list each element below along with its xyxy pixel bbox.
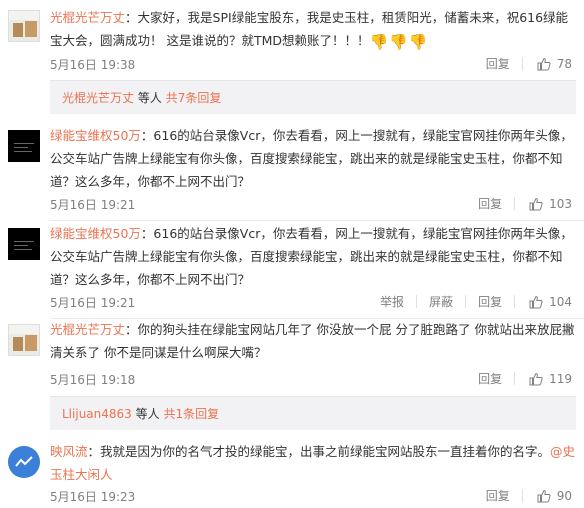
- comment-body: 光棍光芒万丈：大家好，我是SPI绿能宝股东，我是史玉柱，租赁阳光，储蓄未来，祝6…: [50, 6, 576, 54]
- like-button[interactable]: 103: [529, 197, 572, 211]
- avatar[interactable]: [8, 446, 40, 478]
- comment-timestamp: 5月16日 19:23: [50, 490, 136, 504]
- divider: [514, 372, 516, 385]
- divider: [521, 57, 523, 70]
- comment-username[interactable]: 光棍光芒万丈: [50, 10, 125, 25]
- like-count: 90: [556, 488, 572, 503]
- comment-actions: 回复 119: [456, 370, 572, 387]
- comment-actions: 回复 90: [464, 487, 572, 504]
- like-count: 104: [549, 294, 572, 309]
- avatar[interactable]: [8, 130, 40, 162]
- reply-button[interactable]: 回复: [486, 487, 510, 504]
- thumbs-up-icon: [529, 372, 543, 385]
- divider: [416, 295, 418, 308]
- avatar[interactable]: [8, 10, 40, 42]
- like-count: 103: [549, 196, 572, 211]
- comment-body: 映风流：我就是因为你的名气才投的绿能宝，出事之前绿能宝网站股东一直挂着你的名字。…: [50, 444, 576, 482]
- thumbs-up-icon: [537, 57, 551, 70]
- comment-actions: 回复 78: [464, 55, 572, 72]
- thumbs-down-emoji: 👎👎👎: [369, 33, 429, 51]
- like-count: 78: [556, 56, 572, 71]
- comment-body: 光棍光芒万丈：你的狗头挂在绿能宝网站几年了 你没放一个屁 分了脏跑路了 你就站出…: [50, 322, 575, 360]
- block-button[interactable]: 屏蔽: [429, 293, 453, 310]
- comment-username[interactable]: 映风流: [50, 444, 88, 459]
- comment-username[interactable]: 绿能宝维权50万: [50, 226, 141, 241]
- comment-timestamp: 5月16日 19:38: [50, 58, 136, 72]
- comment-username[interactable]: 光棍光芒万丈: [50, 322, 125, 337]
- thumbs-up-icon: [529, 295, 543, 308]
- view-replies-link[interactable]: 共1条回复: [163, 407, 219, 421]
- comment-actions: 举报 屏蔽 回复 104: [358, 293, 572, 310]
- divider: [514, 295, 516, 308]
- divider: [50, 220, 584, 221]
- comment-username[interactable]: 绿能宝维权50万: [50, 128, 141, 143]
- reply-button[interactable]: 回复: [486, 55, 510, 72]
- like-button[interactable]: 104: [529, 295, 572, 309]
- comment-body: 绿能宝维权50万：616的站台录像Vcr，你去看看，网上一搜就有，绿能宝官网挂你…: [50, 226, 573, 287]
- reply-button[interactable]: 回复: [478, 293, 502, 310]
- like-count: 119: [549, 371, 572, 386]
- divider: [514, 197, 516, 210]
- divider: [465, 295, 467, 308]
- avatar[interactable]: [8, 228, 40, 260]
- reply-summary: 光棍光芒万丈 等人 共7条回复: [50, 80, 576, 114]
- reply-button[interactable]: 回复: [478, 195, 502, 212]
- reply-button[interactable]: 回复: [478, 370, 502, 387]
- divider: [521, 489, 523, 502]
- comment-actions: 回复 103: [456, 195, 572, 212]
- trend-icon: [8, 446, 40, 478]
- reply-user-link[interactable]: Llijuan4863: [62, 407, 132, 421]
- report-button[interactable]: 举报: [380, 293, 404, 310]
- comment-timestamp: 5月16日 19:18: [50, 373, 136, 387]
- like-button[interactable]: 119: [529, 372, 572, 386]
- comment-timestamp: 5月16日 19:21: [50, 296, 136, 310]
- comment-timestamp: 5月16日 19:21: [50, 198, 136, 212]
- comment-body: 绿能宝维权50万：616的站台录像Vcr，你去看看，网上一搜就有，绿能宝官网挂你…: [50, 128, 573, 189]
- avatar[interactable]: [8, 324, 40, 356]
- thumbs-up-icon: [537, 489, 551, 502]
- view-replies-link[interactable]: 共7条回复: [166, 91, 222, 105]
- like-button[interactable]: 78: [537, 57, 572, 71]
- thumbs-up-icon: [529, 197, 543, 210]
- reply-summary: Llijuan4863 等人 共1条回复: [50, 396, 576, 430]
- reply-user-link[interactable]: 光棍光芒万丈: [62, 91, 134, 105]
- like-button[interactable]: 90: [537, 489, 572, 503]
- comment-text: 我就是因为你的名气才投的绿能宝，出事之前绿能宝网站股东一直挂着你的名字。: [100, 444, 551, 459]
